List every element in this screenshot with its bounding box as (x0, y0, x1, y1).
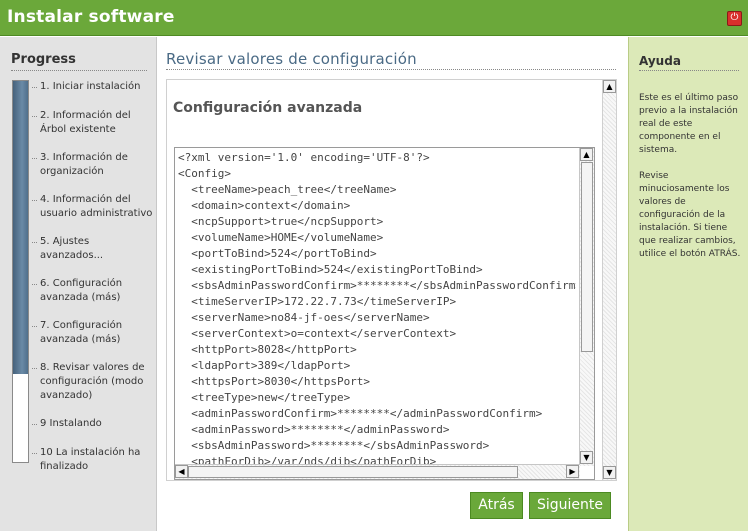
content-vertical-scrollbar[interactable]: ▲ ▼ (602, 80, 616, 480)
step-item: 10 La instalación ha finalizado (32, 446, 154, 474)
scroll-down-arrow-icon[interactable]: ▼ (580, 451, 593, 464)
config-text: <?xml version='1.0' encoding='UTF-8'?> <C… (178, 150, 576, 464)
config-line: <?xml version='1.0' encoding='UTF-8'?> (178, 151, 430, 164)
scroll-down-arrow-icon[interactable]: ▼ (603, 466, 616, 479)
step-item: 7. Configuración avanzada (más) (32, 319, 154, 347)
config-line: <adminPasswordConfirm>********</adminPas… (178, 407, 543, 420)
progress-heading: Progress (11, 52, 76, 67)
config-line: <serverName>no84-jf-oes</serverName> (178, 311, 430, 324)
textarea-horizontal-scrollbar[interactable]: ◀ ▶ (175, 464, 580, 479)
config-line: <volumeName>HOME</volumeName> (178, 231, 384, 244)
config-line: <serverContext>o=context</serverContext> (178, 327, 457, 340)
config-line: <timeServerIP>172.22.7.73</timeServerIP> (178, 295, 457, 308)
progress-bar (12, 80, 29, 463)
config-line: <domain>context</domain> (178, 199, 351, 212)
config-line: <ldapPort>389</ldapPort> (178, 359, 351, 372)
step-item-current: 8. Revisar valores de configuración (mod… (32, 361, 154, 403)
progress-divider (11, 70, 147, 71)
config-line: <ncpSupport>true</ncpSupport> (178, 215, 384, 228)
progress-bar-fill (13, 81, 28, 375)
textarea-vertical-scrollbar[interactable]: ▲ ▼ (579, 148, 594, 466)
step-item: 9 Instalando (32, 417, 154, 431)
step-item: 5. Ajustes avanzados... (32, 235, 154, 263)
scroll-up-arrow-icon[interactable]: ▲ (580, 148, 593, 161)
config-line: <existingPortToBind>524</existingPortToB… (178, 263, 483, 276)
scroll-left-arrow-icon[interactable]: ◀ (175, 465, 188, 478)
close-icon[interactable]: ⏻ (727, 11, 742, 26)
config-line: <httpPort>8028</httpPort> (178, 343, 357, 356)
config-line: <pathForDib>/var/nds/dib</pathForDib> (178, 455, 437, 464)
step-item: 6. Configuración avanzada (más) (32, 277, 154, 305)
config-line: <adminPassword>********</adminPassword> (178, 423, 450, 436)
config-textarea[interactable]: <?xml version='1.0' encoding='UTF-8'?> <C… (174, 147, 595, 480)
title-bar: Instalar software ⏻ (0, 0, 748, 36)
content-scroll-area[interactable]: Configuración avanzada <?xml version='1.… (166, 79, 617, 481)
config-line: <Config> (178, 167, 231, 180)
config-line: <portToBind>524</portToBind> (178, 247, 377, 260)
config-line: <sbsAdminPassword>********</sbsAdminPass… (178, 439, 490, 452)
main-content: Revisar valores de configuración Configu… (158, 37, 628, 531)
title-divider (166, 69, 616, 70)
config-line: <sbsAdminPasswordConfirm>********</sbsAd… (178, 279, 576, 292)
textarea-vertical-thumb[interactable] (581, 162, 593, 352)
help-paragraph: Revise minuciosamente los valores de con… (639, 171, 741, 259)
scroll-right-arrow-icon[interactable]: ▶ (566, 465, 579, 478)
help-paragraph: Este es el último paso previo a la insta… (639, 93, 739, 155)
step-item: 1. Iniciar instalación (32, 80, 154, 94)
help-heading: Ayuda (639, 54, 681, 68)
help-divider (639, 70, 739, 71)
config-line: <treeName>peach_tree</treeName> (178, 183, 397, 196)
progress-panel: Progress 1. Iniciar instalación 2. Infor… (0, 37, 157, 531)
textarea-horizontal-thumb[interactable] (188, 466, 518, 478)
window-title: Instalar software (7, 7, 175, 27)
step-item: 2. Información del Árbol existente (32, 109, 154, 137)
scroll-up-arrow-icon[interactable]: ▲ (603, 80, 616, 93)
help-panel: Ayuda Este es el último paso previo a la… (628, 37, 748, 531)
config-line: <httpsPort>8030</httpsPort> (178, 375, 371, 388)
next-button[interactable]: Siguiente (529, 492, 611, 519)
config-line: <treeType>new</treeType> (178, 391, 351, 404)
back-button[interactable]: Atrás (470, 492, 523, 519)
step-item: 3. Información de organización (32, 151, 154, 179)
step-item: 4. Información del usuario administrativ… (32, 193, 154, 221)
page-title: Revisar valores de configuración (166, 50, 417, 68)
section-title: Configuración avanzada (173, 100, 363, 116)
